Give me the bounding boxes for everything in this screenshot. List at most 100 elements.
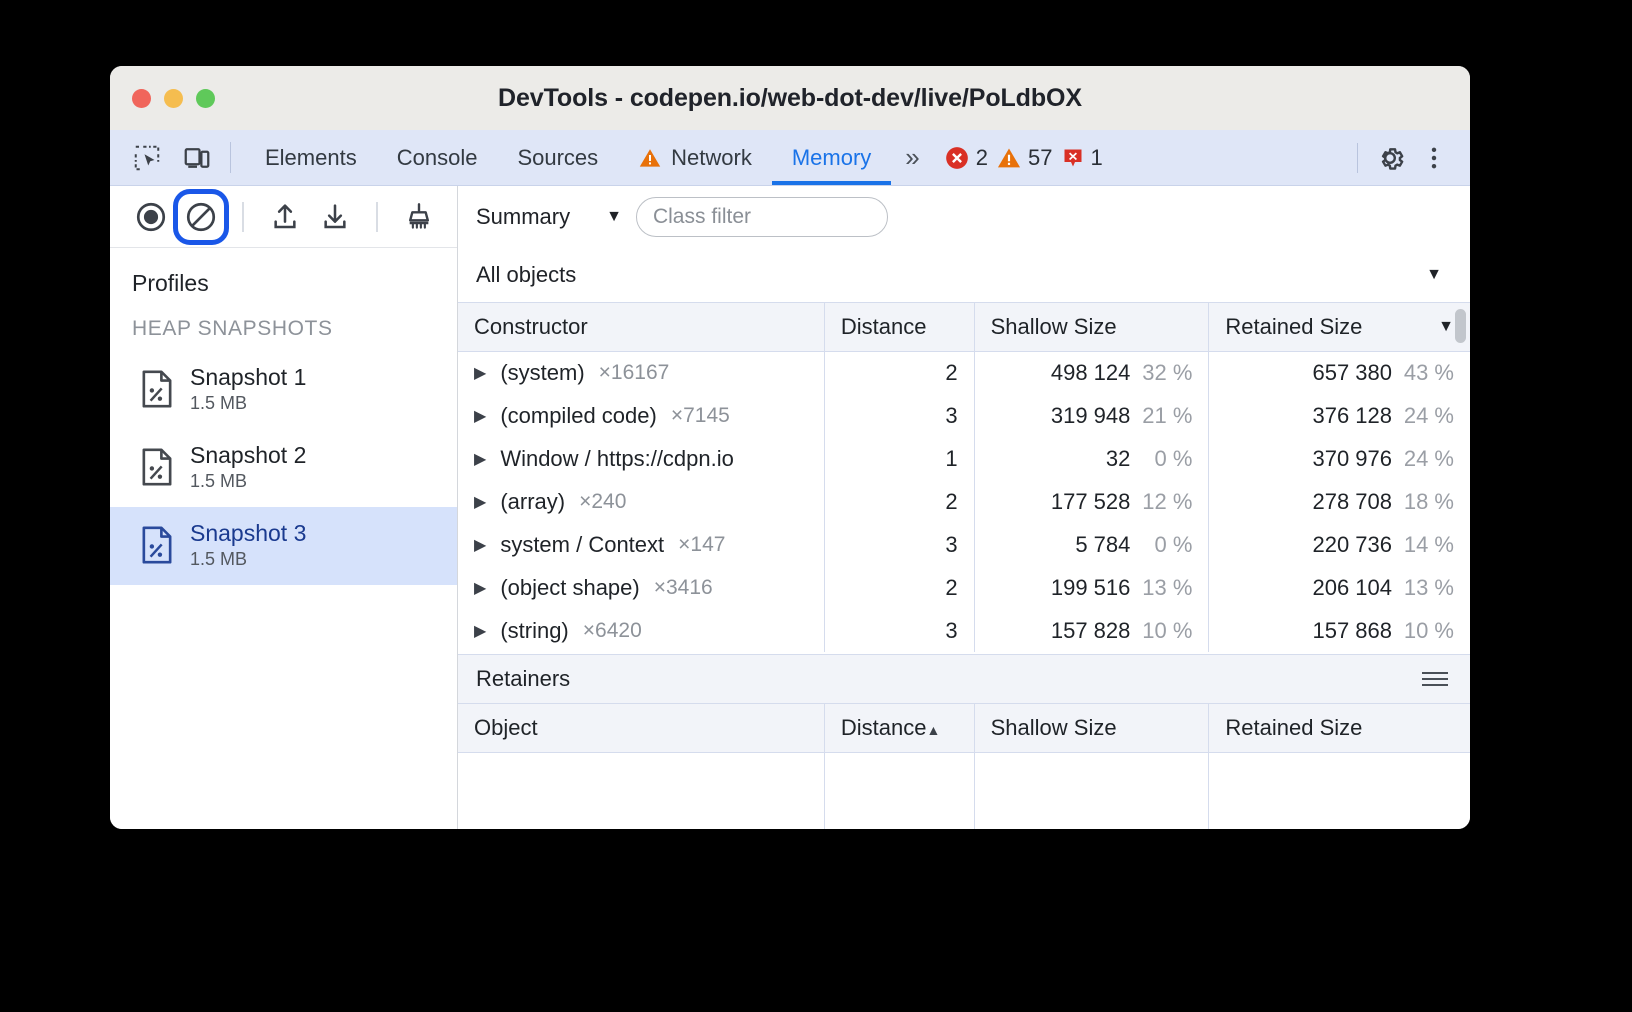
expand-triangle-icon[interactable]: ▶ — [474, 578, 486, 598]
table-row[interactable]: ▶(compiled code)×7145 3 319 94821 % 376 … — [458, 394, 1470, 437]
sidebar-toolbar-divider — [242, 202, 244, 232]
expand-triangle-icon[interactable]: ▶ — [474, 535, 486, 555]
constructors-table-scrollbar[interactable] — [1455, 309, 1466, 343]
column-header-retainer-distance[interactable]: Distance▲ — [824, 704, 974, 752]
snapshot-size: 1.5 MB — [190, 393, 306, 413]
table-row[interactable]: ▶(string)×6420 3 157 82810 % 157 86810 % — [458, 609, 1470, 652]
warning-triangle-icon — [996, 145, 1022, 171]
shallow-size-percent: 0 % — [1130, 532, 1192, 558]
shallow-size-value: 177 528 — [1051, 489, 1131, 514]
cell-constructor: ▶(array)×240 — [458, 480, 824, 523]
column-header-constructor[interactable]: Constructor — [458, 303, 824, 351]
shallow-size-value: 5 784 — [1075, 532, 1130, 557]
table-row[interactable]: ▶(system)×16167 2 498 12432 % 657 38043 … — [458, 351, 1470, 394]
table-row[interactable]: ▶(array)×240 2 177 52812 % 278 70818 % — [458, 480, 1470, 523]
device-toolbar-icon[interactable] — [180, 141, 214, 175]
column-header-retained-size-label: Retained Size — [1225, 314, 1362, 340]
cell-constructor: ▶Window / https://cdpn.io — [458, 437, 824, 480]
record-icon[interactable] — [128, 194, 174, 240]
table-row[interactable]: ▶(object shape)×3416 2 199 51613 % 206 1… — [458, 566, 1470, 609]
column-header-object[interactable]: Object — [458, 704, 824, 752]
constructor-count: ×7145 — [671, 404, 730, 428]
expand-triangle-icon[interactable]: ▶ — [474, 492, 486, 512]
expand-triangle-icon[interactable]: ▶ — [474, 449, 486, 469]
table-row[interactable]: ▶system / Context×147 3 5 7840 % 220 736… — [458, 523, 1470, 566]
shallow-size-percent: 32 % — [1130, 360, 1192, 386]
clear-icon[interactable] — [396, 194, 442, 240]
tab-sources[interactable]: Sources — [497, 130, 618, 185]
objects-filter-selector[interactable]: All objects ▼ — [458, 248, 1470, 302]
cell-retained-size: 376 12824 % — [1209, 394, 1470, 437]
table-row[interactable]: ▶Window / https://cdpn.io 1 320 % 370 97… — [458, 437, 1470, 480]
shallow-size-value: 319 948 — [1051, 403, 1131, 428]
snapshot-document-icon — [140, 448, 174, 486]
snapshot-name: Snapshot 1 — [190, 365, 306, 391]
issue-flag-icon — [1061, 146, 1085, 170]
expand-triangle-icon[interactable]: ▶ — [474, 363, 486, 383]
list-item-snapshot-2[interactable]: Snapshot 2 1.5 MB — [110, 429, 457, 507]
sort-desc-icon: ▼ — [1438, 318, 1454, 336]
column-header-distance[interactable]: Distance — [824, 303, 974, 351]
snapshot-name: Snapshot 2 — [190, 443, 306, 469]
download-icon[interactable] — [312, 194, 358, 240]
upload-icon[interactable] — [262, 194, 308, 240]
list-item-snapshot-1[interactable]: Snapshot 1 1.5 MB — [110, 351, 457, 429]
tab-elements[interactable]: Elements — [245, 130, 377, 185]
expand-triangle-icon[interactable]: ▶ — [474, 621, 486, 641]
class-filter-input[interactable] — [636, 197, 888, 237]
cell-constructor: ▶system / Context×147 — [458, 523, 824, 566]
snapshot-size: 1.5 MB — [190, 471, 306, 491]
column-header-retainer-retained-size[interactable]: Retained Size — [1209, 704, 1470, 752]
tab-memory-label: Memory — [792, 145, 871, 171]
column-header-shallow-size[interactable]: Shallow Size — [974, 303, 1209, 351]
tab-memory[interactable]: Memory — [772, 130, 891, 185]
retainers-empty-cell — [974, 752, 1209, 829]
retainers-title: Retainers — [476, 666, 570, 692]
error-counter[interactable]: 2 — [944, 145, 988, 171]
shallow-size-value: 32 — [1106, 446, 1130, 471]
cell-retained-size: 657 38043 % — [1209, 351, 1470, 394]
tab-sources-label: Sources — [517, 145, 598, 171]
view-selector[interactable]: Summary ▼ — [476, 204, 636, 230]
cell-constructor: ▶(system)×16167 — [458, 351, 824, 394]
expand-triangle-icon[interactable]: ▶ — [474, 406, 486, 426]
cell-shallow-size: 5 7840 % — [974, 523, 1209, 566]
snapshot-name: Snapshot 3 — [190, 521, 306, 547]
retainers-menu-icon[interactable] — [1422, 672, 1448, 686]
error-count: 2 — [976, 145, 988, 171]
constructors-table-container: Constructor Distance Shallow Size Retain… — [458, 302, 1470, 654]
constructors-table: Constructor Distance Shallow Size Retain… — [458, 303, 1470, 652]
list-item-snapshot-3[interactable]: Snapshot 3 1.5 MB — [110, 507, 457, 585]
retained-size-percent: 24 % — [1392, 403, 1454, 429]
retainers-empty-cell — [824, 752, 974, 829]
column-header-retainer-shallow-size[interactable]: Shallow Size — [974, 704, 1209, 752]
memory-main-toolbar: Summary ▼ — [458, 186, 1470, 248]
settings-gear-icon[interactable] — [1370, 138, 1410, 178]
devtools-window: DevTools - codepen.io/web-dot-dev/live/P… — [110, 66, 1470, 829]
window-titlebar: DevTools - codepen.io/web-dot-dev/live/P… — [110, 66, 1470, 130]
column-header-retained-size[interactable]: Retained Size ▼ — [1209, 303, 1470, 351]
shallow-size-value: 199 516 — [1051, 575, 1131, 600]
issue-counter[interactable]: 1 — [1061, 145, 1103, 171]
tab-console[interactable]: Console — [377, 130, 498, 185]
cell-distance: 2 — [824, 566, 974, 609]
cell-distance: 2 — [824, 351, 974, 394]
warning-counter[interactable]: 57 — [996, 145, 1052, 171]
chevron-down-icon: ▼ — [606, 208, 622, 226]
issue-count: 1 — [1091, 145, 1103, 171]
snapshot-document-icon — [140, 370, 174, 408]
retained-size-percent: 14 % — [1392, 532, 1454, 558]
constructor-name: (string) — [500, 618, 568, 644]
sort-asc-icon: ▲ — [926, 722, 940, 738]
more-options-icon[interactable] — [1414, 138, 1454, 178]
retained-size-value: 278 708 — [1312, 489, 1392, 514]
more-tabs-button[interactable]: » — [891, 130, 933, 185]
cell-shallow-size: 177 52812 % — [974, 480, 1209, 523]
error-circle-icon — [944, 145, 970, 171]
tab-network[interactable]: Network — [618, 130, 772, 185]
stop-recording-ban-icon[interactable] — [178, 194, 224, 240]
inspect-element-icon[interactable] — [130, 141, 164, 175]
view-selector-label: Summary — [476, 204, 570, 230]
retainers-table-body — [458, 752, 1470, 829]
tabbar-left-icons — [110, 130, 224, 185]
